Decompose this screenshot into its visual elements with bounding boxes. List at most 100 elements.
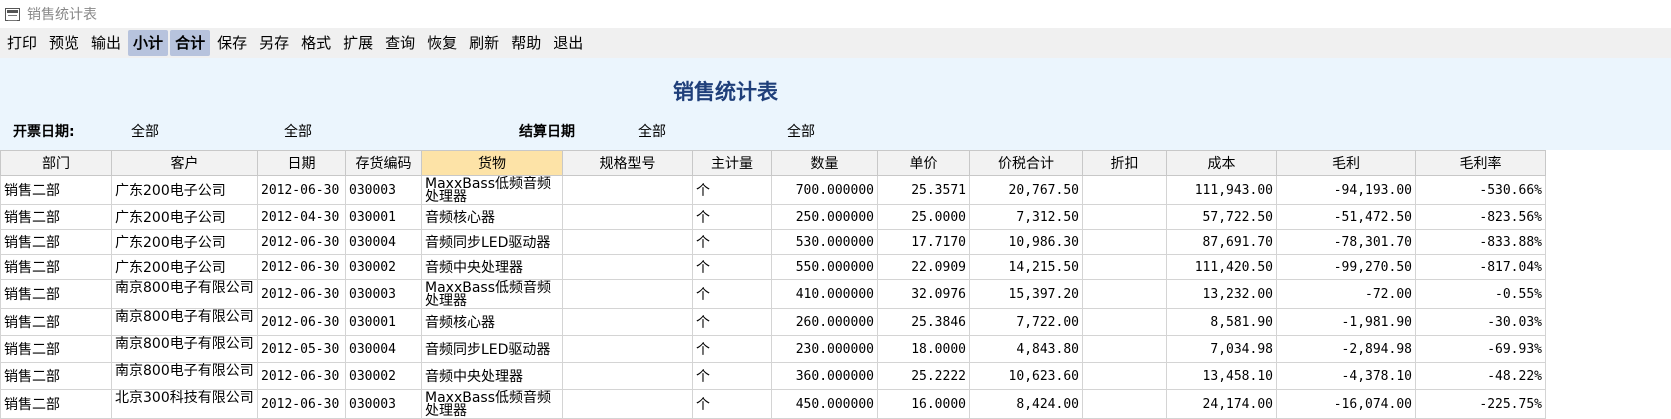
cell-gross-profit[interactable]: -4,378.10 [1276,362,1416,390]
column-header-discount[interactable]: 折扣 [1082,150,1167,176]
cell-unit[interactable]: 个 [692,362,772,390]
cell-unit-price[interactable]: 18.0000 [877,335,970,363]
cell-customer[interactable]: 北京300科技有限公司 [111,389,258,419]
cell-discount[interactable] [1082,335,1167,363]
cell-gross-margin[interactable]: -48.22% [1415,362,1546,390]
cell-department[interactable]: 销售二部 [0,308,112,336]
cell-total-with-tax[interactable]: 4,843.80 [969,335,1083,363]
cell-spec[interactable] [562,362,693,390]
cell-date[interactable]: 2012-06-30 [257,175,346,205]
cell-date[interactable]: 2012-06-30 [257,229,346,255]
cell-date[interactable]: 2012-06-30 [257,389,346,419]
cell-spec[interactable] [562,279,693,309]
cell-unit-price[interactable]: 22.0909 [877,254,970,280]
cell-discount[interactable] [1082,389,1167,419]
cell-discount[interactable] [1082,308,1167,336]
column-header-date[interactable]: 日期 [257,150,346,176]
cell-cost[interactable]: 13,458.10 [1166,362,1277,390]
exit-button[interactable]: 退出 [548,30,588,56]
cell-gross-profit[interactable]: -1,981.90 [1276,308,1416,336]
cell-gross-margin[interactable]: -823.56% [1415,204,1546,230]
help-button[interactable]: 帮助 [506,30,546,56]
cell-quantity[interactable]: 260.000000 [771,308,878,336]
cell-cost[interactable]: 87,691.70 [1166,229,1277,255]
cell-unit-price[interactable]: 25.3571 [877,175,970,205]
cell-goods[interactable]: MaxxBass低频音频处理器 [421,175,563,205]
cell-unit[interactable]: 个 [692,175,772,205]
cell-department[interactable]: 销售二部 [0,204,112,230]
cell-quantity[interactable]: 550.000000 [771,254,878,280]
cell-gross-profit[interactable]: -94,193.00 [1276,175,1416,205]
cell-item-code[interactable]: 030004 [345,229,422,255]
cell-unit[interactable]: 个 [692,204,772,230]
preview-button[interactable]: 预览 [44,30,84,56]
refresh-button[interactable]: 刷新 [464,30,504,56]
cell-item-code[interactable]: 030001 [345,308,422,336]
column-header-customer[interactable]: 客户 [111,150,258,176]
cell-gross-margin[interactable]: -69.93% [1415,335,1546,363]
cell-goods[interactable]: MaxxBass低频音频处理器 [421,389,563,419]
cell-discount[interactable] [1082,204,1167,230]
table-row[interactable]: 销售二部 南京800电子有限公司 2012-05-30 030004 音频同步LED驱动… [0,335,1546,363]
column-header-gross-margin[interactable]: 毛利率 [1415,150,1546,176]
cell-unit[interactable]: 个 [692,389,772,419]
cell-cost[interactable]: 13,232.00 [1166,279,1277,309]
cell-item-code[interactable]: 030003 [345,389,422,419]
cell-gross-margin[interactable]: -530.66% [1415,175,1546,205]
cell-date[interactable]: 2012-06-30 [257,279,346,309]
cell-total-with-tax[interactable]: 10,986.30 [969,229,1083,255]
cell-gross-margin[interactable]: -833.88% [1415,229,1546,255]
cell-department[interactable]: 销售二部 [0,279,112,309]
cell-spec[interactable] [562,335,693,363]
save-as-button[interactable]: 另存 [254,30,294,56]
total-button[interactable]: 合计 [170,30,211,56]
cell-department[interactable]: 销售二部 [0,229,112,255]
cell-unit-price[interactable]: 25.2222 [877,362,970,390]
cell-goods[interactable]: 音频核心器 [421,308,563,336]
cell-spec[interactable] [562,254,693,280]
cell-customer[interactable]: 南京800电子有限公司 [111,362,258,390]
cell-customer[interactable]: 南京800电子有限公司 [111,308,258,336]
cell-department[interactable]: 销售二部 [0,389,112,419]
cell-gross-profit[interactable]: -51,472.50 [1276,204,1416,230]
cell-department[interactable]: 销售二部 [0,362,112,390]
cell-quantity[interactable]: 410.000000 [771,279,878,309]
cell-customer[interactable]: 广东200电子公司 [111,229,258,255]
print-button[interactable]: 打印 [2,30,42,56]
cell-unit-price[interactable]: 25.0000 [877,204,970,230]
column-header-item-code[interactable]: 存货编码 [345,150,422,176]
cell-quantity[interactable]: 530.000000 [771,229,878,255]
cell-item-code[interactable]: 030003 [345,279,422,309]
cell-cost[interactable]: 8,581.90 [1166,308,1277,336]
extend-button[interactable]: 扩展 [338,30,378,56]
cell-cost[interactable]: 111,943.00 [1166,175,1277,205]
cell-customer[interactable]: 广东200电子公司 [111,204,258,230]
column-header-goods[interactable]: 货物 [421,150,563,176]
cell-spec[interactable] [562,204,693,230]
cell-customer[interactable]: 南京800电子有限公司 [111,279,258,309]
cell-gross-margin[interactable]: -0.55% [1415,279,1546,309]
cell-goods[interactable]: 音频同步LED驱动器 [421,335,563,363]
table-row[interactable]: 销售二部 北京300科技有限公司 2012-06-30 030003 MaxxBass低… [0,389,1546,419]
cell-date[interactable]: 2012-04-30 [257,204,346,230]
cell-total-with-tax[interactable]: 14,215.50 [969,254,1083,280]
column-header-spec[interactable]: 规格型号 [562,150,693,176]
cell-cost[interactable]: 111,420.50 [1166,254,1277,280]
column-header-cost[interactable]: 成本 [1166,150,1277,176]
format-button[interactable]: 格式 [296,30,336,56]
cell-quantity[interactable]: 250.000000 [771,204,878,230]
cell-item-code[interactable]: 030001 [345,204,422,230]
cell-gross-profit[interactable]: -72.00 [1276,279,1416,309]
cell-unit-price[interactable]: 32.0976 [877,279,970,309]
cell-date[interactable]: 2012-06-30 [257,254,346,280]
cell-cost[interactable]: 24,174.00 [1166,389,1277,419]
cell-discount[interactable] [1082,175,1167,205]
cell-item-code[interactable]: 030003 [345,175,422,205]
cell-unit-price[interactable]: 25.3846 [877,308,970,336]
table-row[interactable]: 销售二部 广东200电子公司 2012-06-30 030004 音频同步LED驱动器 个… [0,229,1546,255]
cell-gross-margin[interactable]: -30.03% [1415,308,1546,336]
cell-customer[interactable]: 广东200电子公司 [111,175,258,205]
cell-date[interactable]: 2012-06-30 [257,308,346,336]
cell-gross-margin[interactable]: -225.75% [1415,389,1546,419]
cell-spec[interactable] [562,389,693,419]
